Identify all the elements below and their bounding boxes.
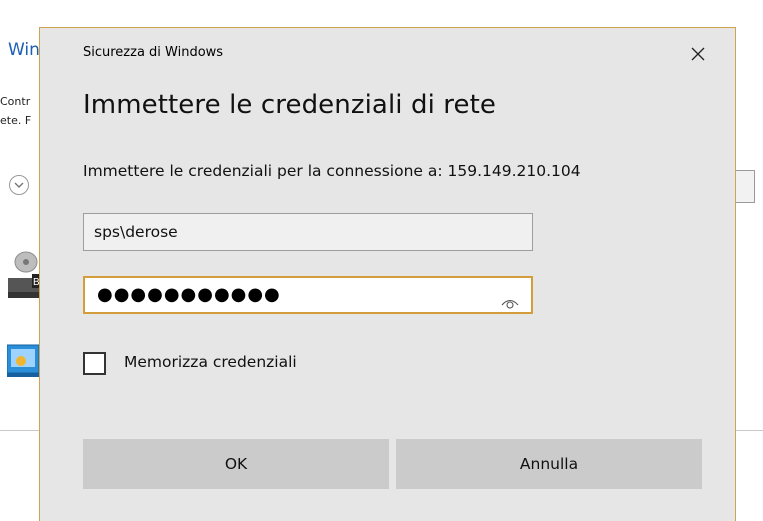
password-field[interactable]: ●●●●●●●●●●● [83,276,533,314]
background-search-box[interactable] [735,170,755,203]
cancel-button[interactable]: Annulla [396,439,702,489]
password-value: ●●●●●●●●●●● [97,284,281,305]
network-icon[interactable] [6,343,40,387]
background-text-line1: Contr [0,95,31,108]
close-button[interactable] [680,36,716,72]
close-icon [691,47,705,61]
dialog-title: Immettere le credenziali di rete [83,90,496,120]
background-window-title: Win [8,40,40,60]
username-field[interactable]: sps\derose [83,213,533,251]
ok-button[interactable]: OK [83,439,389,489]
remember-label[interactable]: Memorizza credenziali [124,353,297,371]
dialog-app-name: Sicurezza di Windows [83,45,224,60]
eye-icon[interactable] [501,288,519,309]
dialog-description: Immettere le credenziali per la connessi… [83,162,581,180]
drive-icon[interactable]: B [6,248,40,310]
back-arrow-icon[interactable] [9,175,29,195]
remember-checkbox[interactable] [83,352,106,375]
username-value: sps\derose [94,223,178,241]
background-text-line2: ete. F [0,114,32,127]
credentials-dialog: Sicurezza di Windows Immettere le creden… [39,27,736,521]
